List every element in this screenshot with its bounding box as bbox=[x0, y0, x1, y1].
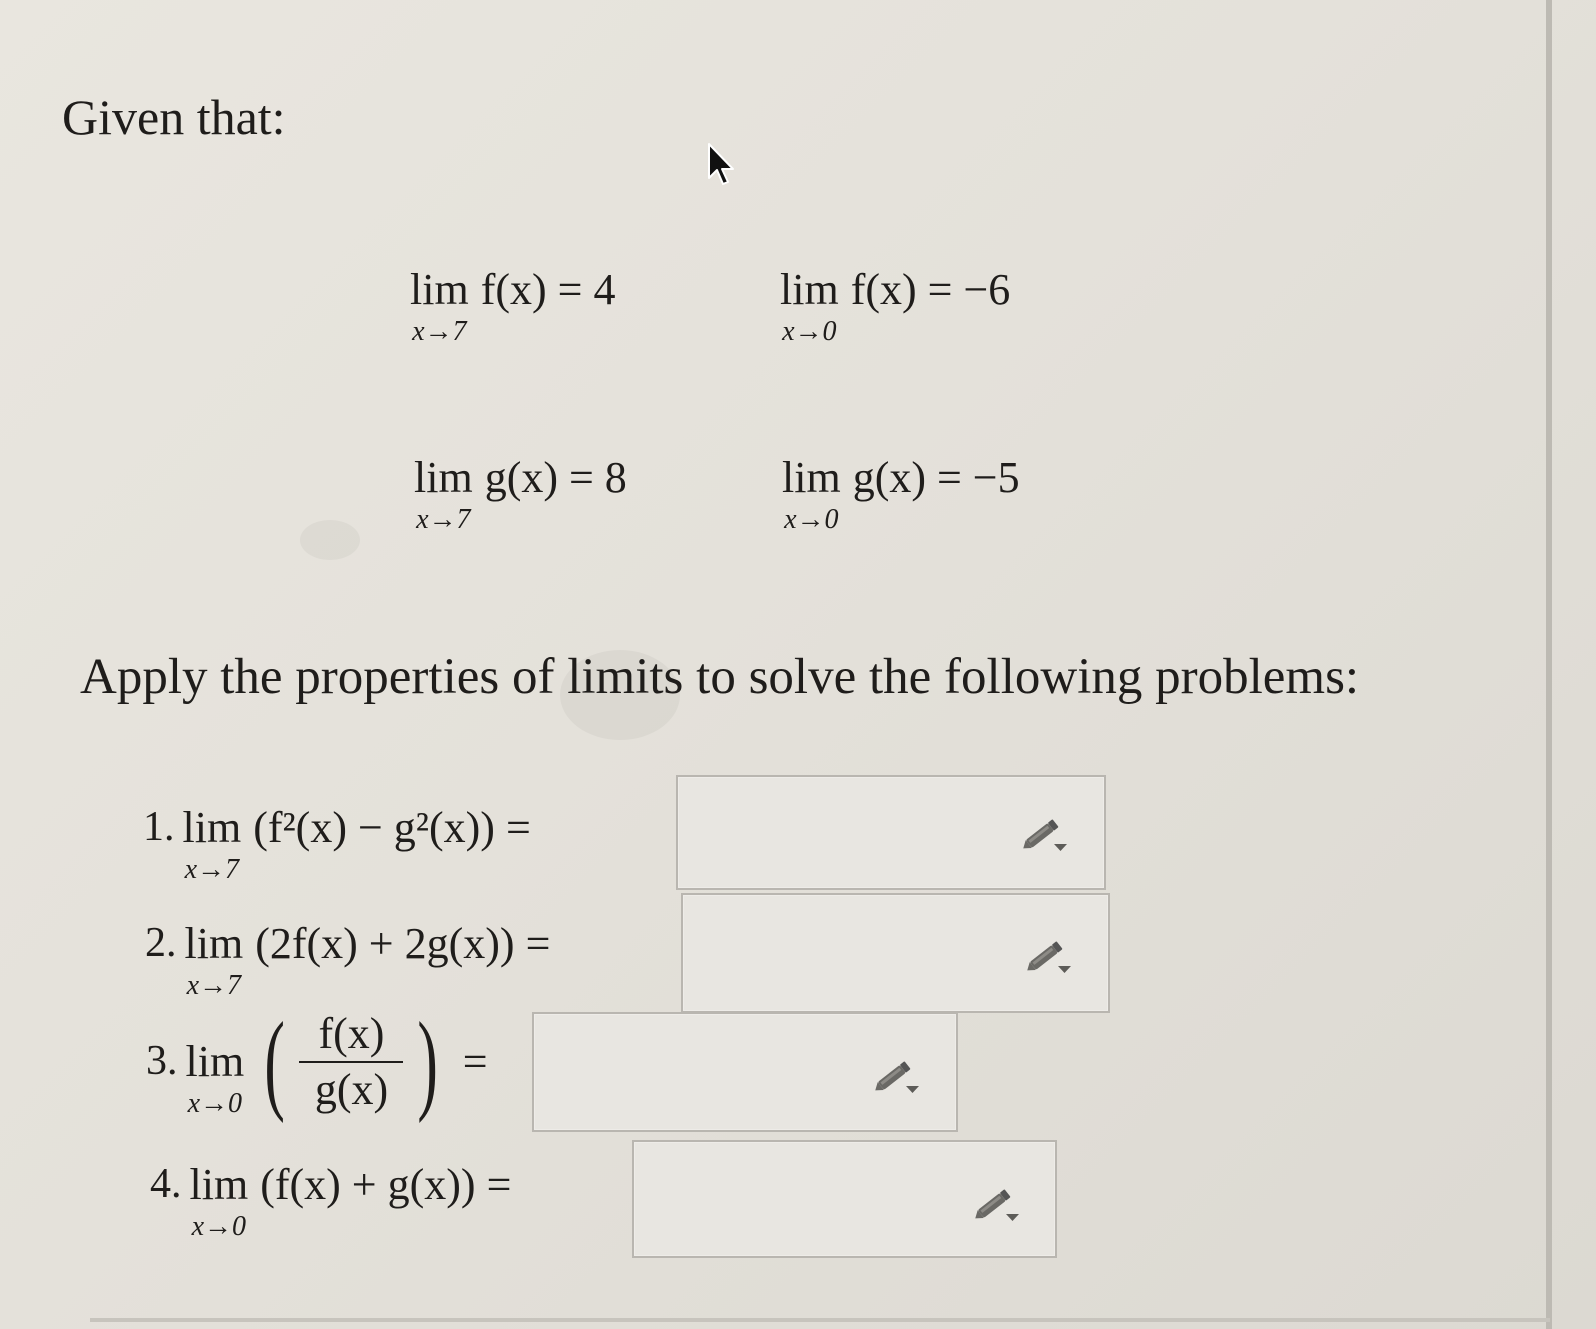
instruction-text: Apply the properties of limits to solve … bbox=[80, 649, 1360, 705]
problem-number: 4. bbox=[150, 1161, 182, 1207]
limit-operator: lim x→0 bbox=[782, 456, 841, 534]
problem-3: 3. lim x→0 ( f(x) g(x) ) = bbox=[146, 1006, 488, 1118]
given-limit-3: lim x→7 g(x) = 8 bbox=[414, 456, 627, 534]
pencil-icon[interactable] bbox=[870, 1055, 924, 1097]
fraction-group: ( f(x) g(x) ) = bbox=[256, 1000, 488, 1124]
pencil-icon[interactable] bbox=[970, 1183, 1024, 1225]
limit-expression: g(x) = −5 bbox=[852, 453, 1020, 502]
limit-word: lim bbox=[780, 265, 839, 314]
limit-subscript: x→7 bbox=[186, 970, 242, 1001]
fraction-denominator: g(x) bbox=[314, 1065, 389, 1114]
fraction: f(x) g(x) bbox=[299, 1008, 404, 1114]
right-border bbox=[1546, 0, 1552, 1329]
limit-word: lim bbox=[182, 803, 242, 852]
limit-word: lim bbox=[185, 1037, 245, 1086]
left-paren: ( bbox=[264, 1000, 286, 1124]
limit-expression: f(x) = 4 bbox=[480, 265, 616, 314]
given-heading: Given that: bbox=[62, 89, 286, 145]
given-limit-1: lim x→7 f(x) = 4 bbox=[410, 268, 615, 346]
limit-subscript: x→0 bbox=[187, 1088, 243, 1119]
pencil-icon[interactable] bbox=[1022, 935, 1076, 977]
fraction-numerator: f(x) bbox=[318, 1008, 385, 1058]
limit-word: lim bbox=[410, 265, 469, 314]
limit-operator: lim x→7 bbox=[185, 922, 244, 1000]
limit-operator: lim x→7 bbox=[410, 268, 469, 346]
limit-operator: lim x→0 bbox=[780, 268, 839, 346]
limit-subscript: x→0 bbox=[782, 316, 837, 347]
limit-word: lim bbox=[414, 453, 473, 502]
limit-expression: g(x) = 8 bbox=[484, 453, 627, 502]
limit-expression: f(x) = −6 bbox=[850, 265, 1011, 314]
problem-number: 3. bbox=[146, 1038, 178, 1084]
bottom-border bbox=[90, 1318, 1550, 1322]
limit-subscript: x→0 bbox=[191, 1211, 247, 1242]
limit-subscript: x→7 bbox=[416, 504, 471, 535]
given-limit-4: lim x→0 g(x) = −5 bbox=[782, 456, 1020, 534]
limit-subscript: x→0 bbox=[784, 504, 839, 535]
equals-sign: = bbox=[462, 1037, 488, 1086]
problem-expression: (f(x) + g(x)) = bbox=[260, 1160, 512, 1209]
limit-subscript: x→7 bbox=[412, 316, 467, 347]
problem-2: 2. lim x→7 (2f(x) + 2g(x)) = bbox=[145, 922, 550, 1000]
limit-operator: lim x→7 bbox=[414, 456, 473, 534]
limit-word: lim bbox=[782, 453, 841, 502]
paper-smudge bbox=[300, 520, 360, 560]
limit-operator: lim x→0 bbox=[190, 1163, 249, 1241]
problem-expression: (f²(x) − g²(x)) = bbox=[253, 803, 531, 852]
problem-1: 1. lim x→7 (f²(x) − g²(x)) = bbox=[143, 806, 531, 884]
right-paren: ) bbox=[417, 1000, 439, 1124]
problem-number: 1. bbox=[143, 804, 175, 850]
fraction-bar bbox=[299, 1061, 404, 1063]
problem-4: 4. lim x→0 (f(x) + g(x)) = bbox=[150, 1163, 511, 1241]
limit-operator: lim x→7 bbox=[183, 806, 242, 884]
mouse-cursor-icon bbox=[708, 143, 734, 185]
limit-subscript: x→7 bbox=[184, 854, 240, 885]
pencil-icon[interactable] bbox=[1018, 813, 1072, 855]
limit-word: lim bbox=[184, 919, 244, 968]
given-limit-2: lim x→0 f(x) = −6 bbox=[780, 268, 1010, 346]
question-page: Given that: lim x→7 f(x) = 4 lim x→0 f(x… bbox=[0, 0, 1596, 1329]
problem-expression: (2f(x) + 2g(x)) = bbox=[255, 919, 551, 968]
problem-number: 2. bbox=[145, 920, 177, 966]
limit-word: lim bbox=[189, 1160, 249, 1209]
limit-operator: lim x→0 bbox=[186, 1040, 245, 1118]
